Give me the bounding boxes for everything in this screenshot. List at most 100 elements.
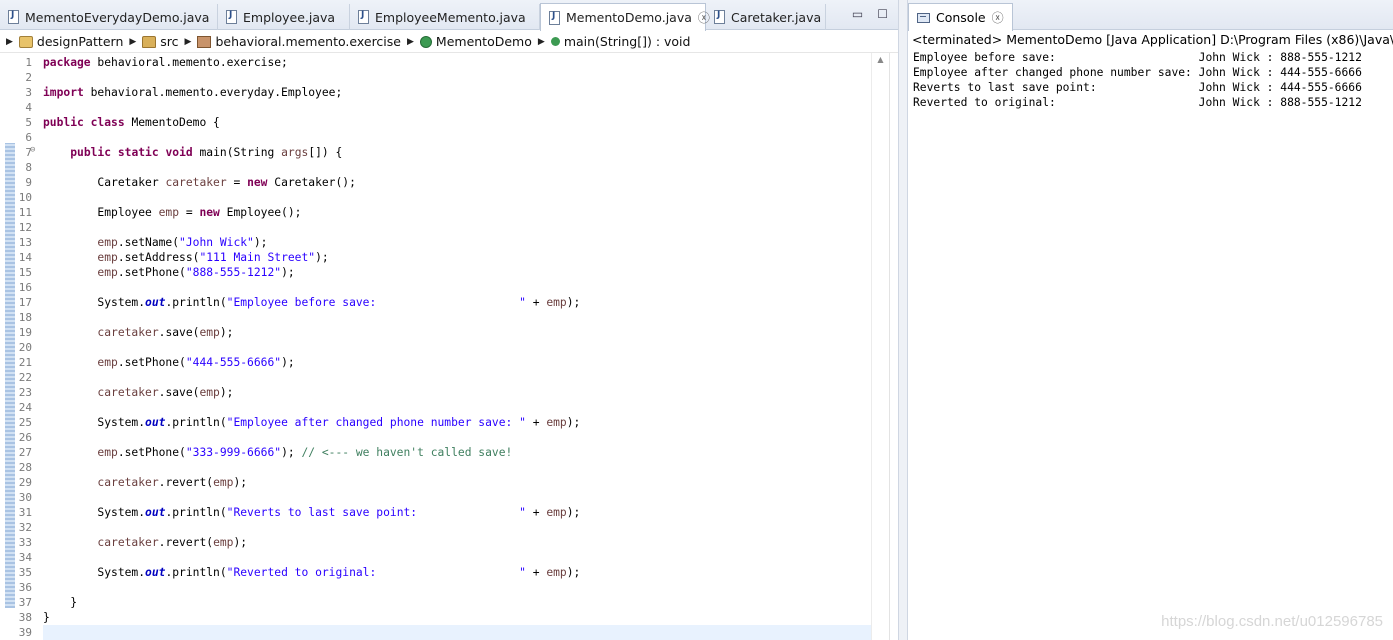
code-token: .setPhone(: [117, 266, 186, 279]
code-line[interactable]: caretaker.revert(emp);: [43, 535, 247, 550]
watermark: https://blog.csdn.net/u012596785: [1161, 613, 1383, 630]
line-number: 3: [25, 86, 32, 99]
code-token: new: [247, 176, 268, 189]
line-number: 1: [25, 56, 32, 69]
code-token: emp: [213, 476, 234, 489]
tab-label: MementoEverydayDemo.java: [25, 9, 210, 25]
code-token: caretaker: [97, 536, 159, 549]
console-output[interactable]: Employee before save: John Wick : 888-55…: [913, 50, 1362, 110]
code-token: import: [43, 86, 84, 99]
tab-caretaker[interactable]: Caretaker.java: [706, 4, 826, 30]
code-line[interactable]: emp.setPhone("888-555-1212");: [43, 265, 295, 280]
chevron-right-icon[interactable]: ▶: [129, 37, 136, 47]
code-line[interactable]: caretaker.revert(emp);: [43, 475, 247, 490]
code-token: emp: [97, 356, 118, 369]
breadcrumb-item-src[interactable]: ▶ src: [129, 34, 178, 49]
code-token: System.: [43, 296, 146, 309]
fold-collapse-icon[interactable]: ⊖: [30, 145, 35, 155]
code-line[interactable]: import behavioral.memento.everyday.Emplo…: [43, 85, 342, 100]
code-line[interactable]: System.out.println("Employee before save…: [43, 295, 580, 310]
code-line[interactable]: public static void main(String args[]) {: [43, 145, 342, 160]
breadcrumb-item-project[interactable]: ▶ designPattern: [6, 34, 123, 49]
tab-employeememento[interactable]: EmployeeMemento.java: [350, 4, 540, 30]
breadcrumb-item-package[interactable]: ▶ behavioral.memento.exercise: [185, 34, 401, 49]
line-number: 16: [18, 281, 32, 294]
class-icon: [419, 35, 432, 48]
code-token: .setName(: [117, 236, 180, 249]
breadcrumb-item-class[interactable]: ▶ MementoDemo: [407, 34, 532, 49]
tab-label: Caretaker.java: [731, 9, 822, 25]
scroll-up-arrow-icon[interactable]: ▲: [872, 55, 889, 64]
code-token: =: [179, 206, 200, 219]
chevron-right-icon[interactable]: ▶: [6, 37, 13, 47]
code-token: System.: [43, 506, 146, 519]
code-line[interactable]: emp.setAddress("111 Main Street");: [43, 250, 329, 265]
code-token: System.: [43, 566, 146, 579]
chevron-right-icon[interactable]: ▶: [185, 37, 192, 47]
package-icon: [197, 35, 212, 48]
code-line[interactable]: caretaker.save(emp);: [43, 385, 233, 400]
console-output-line: Employee after changed phone number save…: [913, 66, 1362, 79]
line-number: 8: [25, 161, 32, 174]
code-token: .setAddress(: [117, 251, 200, 264]
code-line[interactable]: System.out.println("Reverts to last save…: [43, 505, 580, 520]
code-token: emp: [546, 416, 567, 429]
chevron-right-icon[interactable]: ▶: [407, 37, 414, 47]
code-line[interactable]: }: [43, 595, 77, 610]
close-tab-icon[interactable]: ⓧ: [992, 9, 1004, 26]
code-editor[interactable]: package behavioral.memento.exercise; impo…: [43, 53, 871, 640]
line-number: 28: [18, 461, 32, 474]
view-controls: ▭ ☐: [852, 7, 888, 21]
pane-splitter[interactable]: [898, 0, 908, 640]
line-number-gutter: 1 2 3 4 5 6 7 ⊖ 8 9 10 11 12 13 14 15 16 17 18 19 20 21 22 23 24…: [0, 53, 40, 640]
code-line[interactable]: }: [43, 610, 50, 625]
tab-console[interactable]: Console ⓧ: [908, 3, 1013, 31]
code-token: +: [525, 416, 547, 429]
code-line[interactable]: System.out.println("Reverted to original…: [43, 565, 580, 580]
line-number: 15: [18, 266, 32, 279]
code-token: );: [281, 266, 295, 279]
line-number: 32: [18, 521, 32, 534]
code-line[interactable]: System.out.println("Employee after chang…: [43, 415, 580, 430]
code-token: Employee();: [219, 206, 302, 219]
code-line[interactable]: package behavioral.memento.exercise;: [43, 55, 288, 70]
code-token: );: [315, 251, 329, 264]
code-token: caretaker: [165, 176, 227, 189]
java-file-icon: [358, 10, 369, 24]
code-token: .println(: [165, 566, 227, 579]
line-number: 2: [25, 71, 32, 84]
tab-employee[interactable]: Employee.java: [218, 4, 350, 30]
editor-pane: MementoEverydayDemo.java Employee.java E…: [0, 0, 898, 640]
code-token: .save(: [158, 386, 200, 399]
code-token: System.: [43, 416, 146, 429]
minimize-icon[interactable]: ▭: [852, 7, 863, 21]
line-number: 25: [18, 416, 32, 429]
line-number: 33: [18, 536, 32, 549]
code-line[interactable]: emp.setPhone("333-999-6666"); // <--- we…: [43, 445, 512, 460]
tab-label: MementoDemo.java: [566, 10, 692, 25]
tab-mementoeverydaydemo[interactable]: MementoEverydayDemo.java: [0, 4, 218, 30]
code-token: .println(: [165, 506, 227, 519]
code-line[interactable]: emp.setName("John Wick");: [43, 235, 267, 250]
chevron-right-icon[interactable]: ▶: [538, 37, 545, 47]
code-line[interactable]: caretaker.save(emp);: [43, 325, 233, 340]
line-number: 34: [18, 551, 32, 564]
code-token: );: [219, 386, 234, 399]
code-token: []) {: [308, 146, 343, 159]
code-line[interactable]: [43, 625, 871, 640]
code-line[interactable]: public class MementoDemo {: [43, 115, 220, 130]
code-token: behavioral.memento.everyday.Employee;: [83, 86, 343, 99]
code-line[interactable]: emp.setPhone("444-555-6666");: [43, 355, 294, 370]
java-file-icon: [549, 10, 560, 25]
tab-mementodemo[interactable]: MementoDemo.java ⓧ: [540, 3, 710, 31]
line-number: 10: [18, 191, 32, 204]
breadcrumb-item-method[interactable]: ▶ main(String[]) : void: [538, 34, 691, 49]
maximize-icon[interactable]: ☐: [877, 7, 888, 21]
code-line[interactable]: Caretaker caretaker = new Caretaker();: [43, 175, 355, 190]
code-token: "444-555-6666": [185, 356, 282, 369]
code-line[interactable]: Employee emp = new Employee();: [43, 205, 301, 220]
